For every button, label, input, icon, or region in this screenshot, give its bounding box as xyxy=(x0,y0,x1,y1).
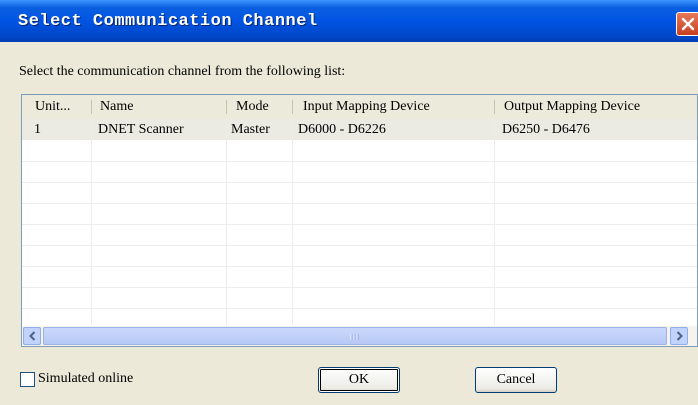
title-bar[interactable]: Select Communication Channel xyxy=(0,0,698,42)
column-separator[interactable] xyxy=(494,100,495,114)
grid-line xyxy=(494,119,495,325)
column-header-unit[interactable]: Unit... xyxy=(35,95,70,119)
select-channel-dialog: Select Communication Channel Select the … xyxy=(0,0,698,405)
column-header-mode[interactable]: Mode xyxy=(236,95,269,119)
horizontal-scrollbar[interactable] xyxy=(22,326,697,346)
ok-button[interactable]: OK xyxy=(318,367,400,393)
column-header-input[interactable]: Input Mapping Device xyxy=(303,95,430,119)
close-button[interactable] xyxy=(676,12,698,36)
simulated-online-label[interactable]: Simulated online xyxy=(38,371,133,387)
column-separator[interactable] xyxy=(292,100,293,114)
arrow-right-icon xyxy=(676,331,683,341)
dialog-title: Select Communication Channel xyxy=(18,12,318,31)
row-mode-cell: Master xyxy=(231,122,270,137)
grid-line xyxy=(22,266,697,267)
grid-line xyxy=(22,245,697,246)
grip-icon xyxy=(350,334,359,340)
grid-line xyxy=(226,119,227,325)
row-output-cell: D6250 - D6476 xyxy=(502,122,590,137)
scroll-left-button[interactable] xyxy=(23,327,41,345)
grid-line xyxy=(91,119,92,325)
grid-line xyxy=(22,308,697,309)
scroll-thumb[interactable] xyxy=(43,327,667,345)
grid-line xyxy=(22,203,697,204)
column-separator[interactable] xyxy=(91,100,92,114)
close-icon xyxy=(681,17,695,31)
simulated-online-checkbox[interactable] xyxy=(20,372,35,387)
instruction-text: Select the communication channel from th… xyxy=(19,64,346,79)
column-header-output[interactable]: Output Mapping Device xyxy=(504,95,640,119)
arrow-left-icon xyxy=(29,331,36,341)
row-input-cell: D6000 - D6226 xyxy=(298,122,386,137)
column-separator[interactable] xyxy=(226,100,227,114)
column-header-name[interactable]: Name xyxy=(100,95,133,119)
grid-line xyxy=(22,287,697,288)
grid-line xyxy=(22,182,697,183)
grid-line xyxy=(292,119,293,325)
row-name-cell: DNET Scanner xyxy=(98,122,184,137)
scroll-right-button[interactable] xyxy=(670,327,688,345)
cancel-button[interactable]: Cancel xyxy=(475,367,557,393)
row-unit-cell: 1 xyxy=(34,122,41,137)
grid-line xyxy=(22,161,697,162)
list-header: Unit... Name Mode Input Mapping Device O… xyxy=(22,95,697,120)
channel-list[interactable]: Unit... Name Mode Input Mapping Device O… xyxy=(21,94,698,347)
grid-line xyxy=(22,224,697,225)
